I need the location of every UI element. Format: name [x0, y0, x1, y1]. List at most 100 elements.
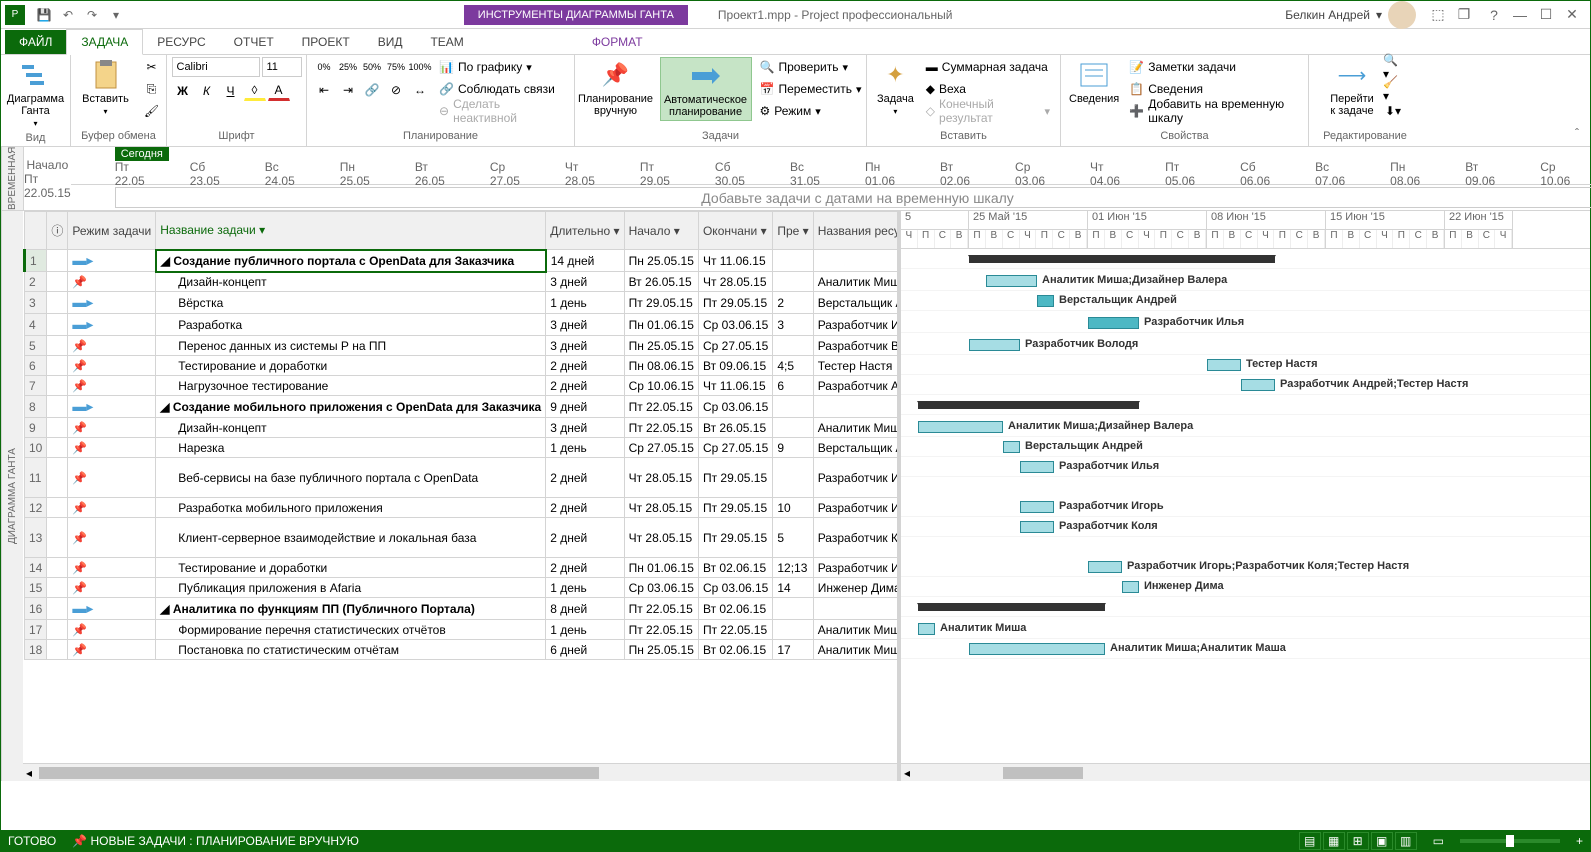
end-cell[interactable]: Ср 03.06.15 [698, 578, 772, 598]
font-color-button[interactable]: A [268, 81, 290, 101]
view-usage-icon[interactable]: ▦ [1323, 832, 1345, 850]
resource-cell[interactable]: Верстальщик Андр [813, 292, 897, 314]
col-duration[interactable]: Длительно ▾ [546, 212, 624, 250]
mode-cell[interactable]: 📌 [68, 518, 156, 558]
start-cell[interactable]: Чт 28.05.15 [624, 458, 698, 498]
col-start[interactable]: Начало ▾ [624, 212, 698, 250]
start-cell[interactable]: Пн 08.06.15 [624, 356, 698, 376]
maximize-icon[interactable]: ☐ [1534, 5, 1558, 25]
start-cell[interactable]: Пт 22.05.15 [624, 396, 698, 418]
tab-format[interactable]: ФОРМАТ [578, 30, 657, 54]
minimize-icon[interactable]: — [1508, 5, 1532, 25]
manual-schedule-button[interactable]: 📌 Планирование вручную [576, 57, 656, 119]
row-number[interactable]: 7 [25, 376, 47, 396]
resource-cell[interactable]: Инженер Дима [813, 578, 897, 598]
move-button[interactable]: 📅Переместить ▾ [756, 79, 866, 99]
duration-cell[interactable]: 3 дней [546, 272, 624, 292]
gantt-bar[interactable]: Разработчик Андрей;Тестер Настя [1241, 379, 1275, 391]
redo-icon[interactable]: ↷ [83, 6, 101, 24]
gantt-bar[interactable] [969, 255, 1275, 263]
view-resource-icon[interactable]: ▥ [1395, 832, 1417, 850]
resource-cell[interactable]: Разработчик Игор [813, 498, 897, 518]
row-number[interactable]: 1 [25, 250, 47, 272]
end-cell[interactable]: Пт 29.05.15 [698, 498, 772, 518]
link-button[interactable]: 🔗 [361, 80, 383, 100]
pred-cell[interactable] [773, 598, 813, 620]
resource-cell[interactable]: Аналитик Миша [813, 620, 897, 640]
tab-view[interactable]: ВИД [364, 30, 417, 54]
table-hscroll[interactable]: ◂ [23, 763, 897, 781]
gantt-hscroll[interactable]: ◂ [901, 763, 1590, 781]
end-cell[interactable]: Ср 27.05.15 [698, 438, 772, 458]
end-cell[interactable]: Вт 02.06.15 [698, 598, 772, 620]
fill-color-button[interactable]: ◊ [244, 81, 266, 101]
name-cell[interactable]: Дизайн-концепт [156, 272, 546, 292]
info-cell[interactable] [47, 640, 68, 660]
milestone-button[interactable]: ◆Веха [922, 79, 1054, 99]
resource-cell[interactable] [813, 598, 897, 620]
gantt-bar[interactable]: Верстальщик Андрей [1003, 441, 1020, 453]
task-button[interactable]: ✦ Задача▾ [873, 57, 918, 118]
undo-icon[interactable]: ↶ [59, 6, 77, 24]
tab-task[interactable]: ЗАДАЧА [66, 29, 143, 55]
task-table[interactable]: ⓘ Режим задачи Название задачи ▾ Длитель… [23, 211, 897, 660]
save-icon[interactable]: 💾 [35, 6, 53, 24]
duration-cell[interactable]: 2 дней [546, 518, 624, 558]
mode-cell[interactable]: 📌 [68, 558, 156, 578]
help-icon[interactable]: ? [1482, 5, 1506, 25]
end-cell[interactable]: Ср 03.06.15 [698, 396, 772, 418]
start-cell[interactable]: Пн 25.05.15 [624, 336, 698, 356]
duration-cell[interactable]: 1 день [546, 578, 624, 598]
resource-cell[interactable]: Верстальщик Андр [813, 438, 897, 458]
collapse-ribbon-icon[interactable]: ˆ [1568, 124, 1586, 142]
italic-button[interactable]: К [196, 81, 218, 101]
end-cell[interactable]: Чт 11.06.15 [698, 250, 772, 272]
name-cell[interactable]: Тестирование и доработки [156, 356, 546, 376]
gantt-bar[interactable]: Разработчик Игорь;Разработчик Коля;Тесте… [1088, 561, 1122, 573]
row-number[interactable]: 3 [25, 292, 47, 314]
duration-cell[interactable]: 2 дней [546, 458, 624, 498]
col-mode[interactable]: Режим задачи [68, 212, 156, 250]
row-number[interactable]: 16 [25, 598, 47, 620]
name-cell[interactable]: Дизайн-концепт [156, 418, 546, 438]
summary-task-button[interactable]: ▬Суммарная задача [922, 57, 1054, 77]
resource-cell[interactable]: Разработчик Игор [813, 558, 897, 578]
gantt-bars[interactable]: Аналитик Миша;Дизайнер ВалераВерстальщик… [901, 249, 1590, 763]
name-cell[interactable]: Публикация приложения в Afaria [156, 578, 546, 598]
pred-cell[interactable] [773, 396, 813, 418]
ribbon-options-icon[interactable]: ⬚ [1426, 5, 1450, 25]
name-cell[interactable]: ◢ Создание мобильного приложения с OpenD… [156, 396, 546, 418]
tab-file[interactable]: ФАЙЛ [5, 30, 66, 54]
pct-0-button[interactable]: 0% [313, 57, 335, 77]
respect-links-button[interactable]: 🔗Соблюдать связи [435, 79, 568, 99]
pred-cell[interactable]: 9 [773, 438, 813, 458]
duration-cell[interactable]: 2 дней [546, 558, 624, 578]
mode-cell[interactable]: 📌 [68, 356, 156, 376]
zoom-out-icon[interactable]: ▭ [1433, 834, 1444, 848]
name-cell[interactable]: ◢ Аналитика по функциям ПП (Публичного П… [156, 598, 546, 620]
gantt-bar[interactable]: Аналитик Миша;Дизайнер Валера [986, 275, 1037, 287]
row-number[interactable]: 8 [25, 396, 47, 418]
pred-cell[interactable]: 17 [773, 640, 813, 660]
deliverable-button[interactable]: ◇Конечный результат ▾ [922, 101, 1054, 121]
duration-cell[interactable]: 3 дней [546, 314, 624, 336]
mode-cell[interactable]: 📌 [68, 376, 156, 396]
info-cell[interactable] [47, 558, 68, 578]
mode-cell[interactable]: ▬▸ [68, 250, 156, 272]
pred-cell[interactable] [773, 250, 813, 272]
duration-cell[interactable]: 14 дней [546, 250, 624, 272]
mode-cell[interactable]: 📌 [68, 578, 156, 598]
start-cell[interactable]: Пн 25.05.15 [624, 250, 698, 272]
info-cell[interactable] [47, 356, 68, 376]
gantt-bar[interactable]: Аналитик Миша;Дизайнер Валера [918, 421, 1003, 433]
duration-cell[interactable]: 2 дней [546, 356, 624, 376]
row-number[interactable]: 11 [25, 458, 47, 498]
name-cell[interactable]: Перенос данных из системы Р на ПП [156, 336, 546, 356]
end-cell[interactable]: Чт 28.05.15 [698, 272, 772, 292]
notes-button[interactable]: 📝Заметки задачи [1125, 57, 1302, 77]
tab-resource[interactable]: РЕСУРС [143, 30, 219, 54]
start-cell[interactable]: Пт 22.05.15 [624, 620, 698, 640]
info-cell[interactable] [47, 518, 68, 558]
duration-cell[interactable]: 1 день [546, 292, 624, 314]
mode-cell[interactable]: 📌 [68, 418, 156, 438]
